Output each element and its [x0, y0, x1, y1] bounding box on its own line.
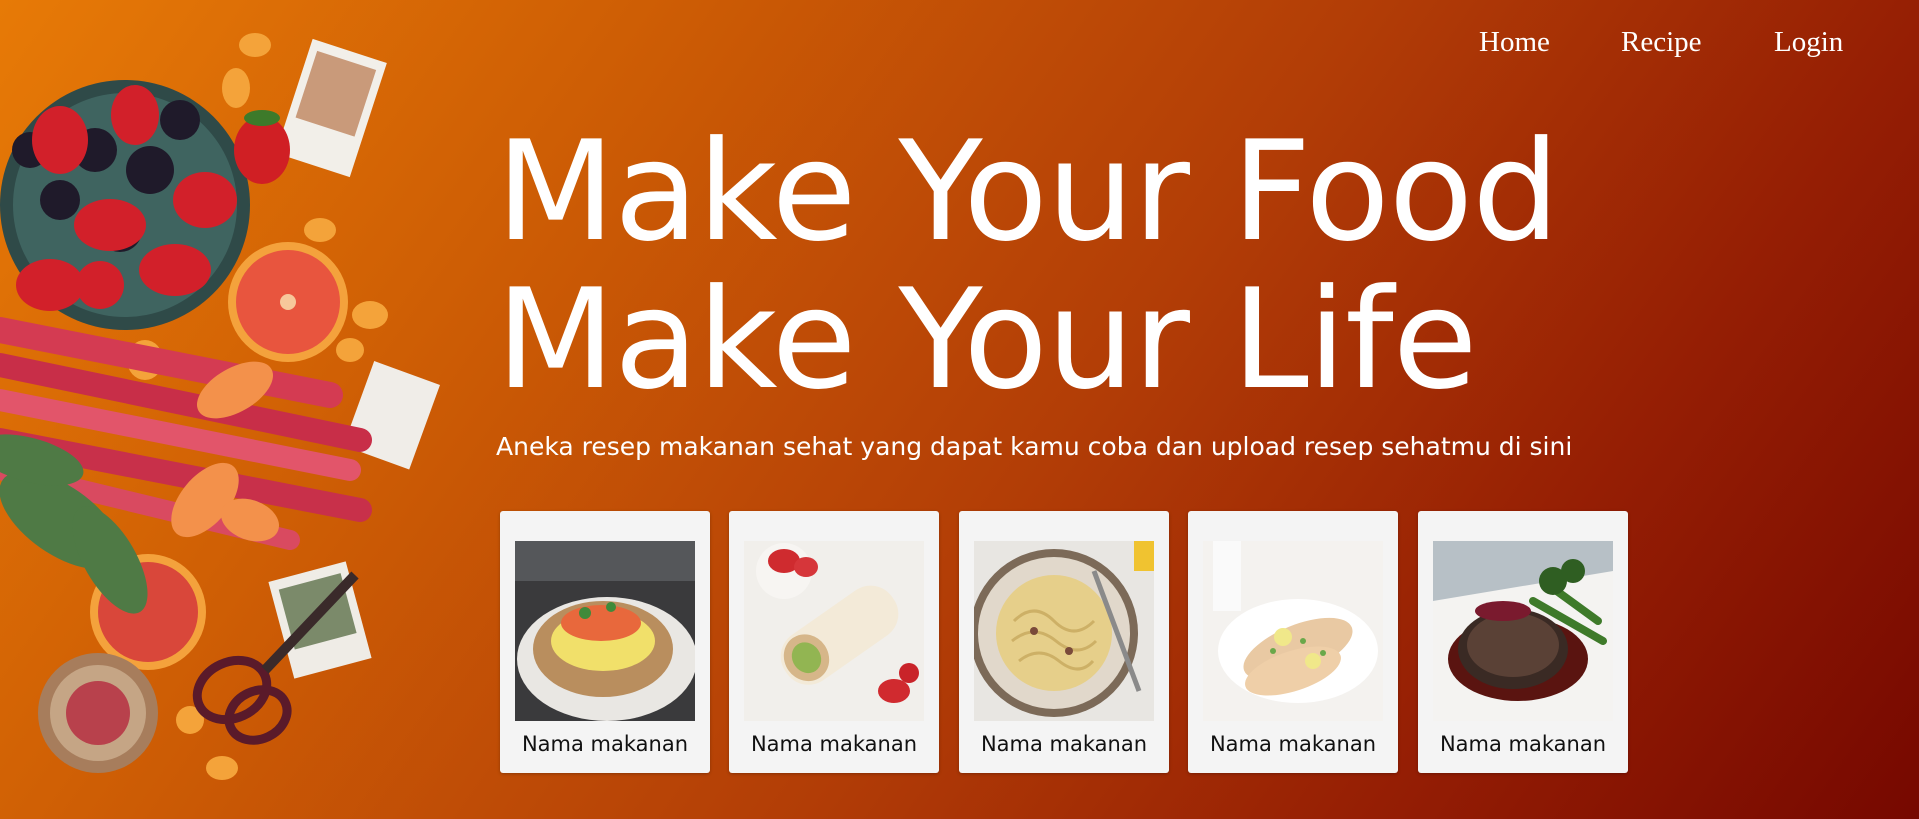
recipe-card-label: Nama makanan [1209, 732, 1377, 756]
wrap-sandwich-photo [744, 541, 924, 721]
pasta-bowl-photo [974, 541, 1154, 721]
food-collage-image [0, 0, 460, 819]
salmon-toast-photo [515, 541, 695, 721]
recipe-card[interactable]: Nama makanan [500, 511, 710, 773]
hero-title-line-1: Make Your Food [496, 111, 1560, 272]
hero-subtitle: Aneka resep makanan sehat yang dapat kam… [496, 432, 1573, 461]
recipe-card[interactable]: Nama makanan [1188, 511, 1398, 773]
top-nav: Home Recipe Login [1460, 26, 1860, 62]
hero-title: Make Your Food Make Your Life [496, 111, 1560, 420]
recipe-card[interactable]: Nama makanan [729, 511, 939, 773]
nav-link-login[interactable]: Login [1774, 26, 1843, 59]
nav-link-recipe[interactable]: Recipe [1621, 26, 1702, 59]
fish-fillet-photo [1203, 541, 1383, 721]
steak-plate-photo [1433, 541, 1613, 721]
recipe-card-label: Nama makanan [980, 732, 1148, 756]
nav-link-home[interactable]: Home [1479, 26, 1550, 59]
recipe-card[interactable]: Nama makanan [1418, 511, 1628, 773]
recipe-card-label: Nama makanan [1439, 732, 1607, 756]
recipe-card-label: Nama makanan [750, 732, 918, 756]
recipe-card-label: Nama makanan [521, 732, 689, 756]
recipe-card[interactable]: Nama makanan [959, 511, 1169, 773]
hero-title-line-2: Make Your Life [496, 259, 1478, 420]
